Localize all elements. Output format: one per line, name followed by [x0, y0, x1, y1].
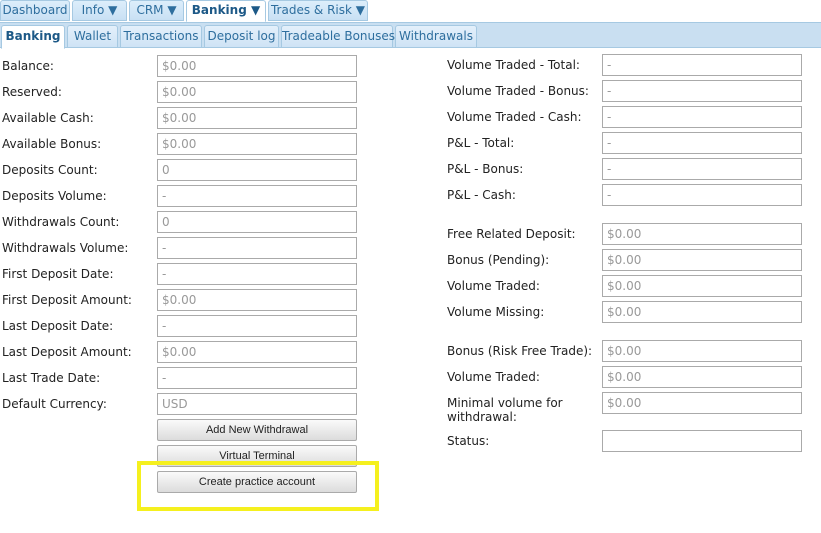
last-trade-date-field[interactable]: - [157, 367, 357, 389]
deposits-count-field[interactable]: 0 [157, 159, 357, 181]
label-deposits-volume: Deposits Volume: [2, 189, 107, 203]
subtab-banking[interactable]: Banking [1, 25, 65, 49]
label-first-deposit-amount: First Deposit Amount: [2, 293, 132, 307]
tab-trades-risk[interactable]: Trades & Risk ▼ [268, 0, 368, 21]
pl-cash-field[interactable]: - [602, 184, 802, 206]
sub-tab-bar: Banking Wallet Transactions Deposit log … [0, 22, 821, 49]
tab-info[interactable]: Info ▼ [72, 0, 127, 21]
volume-missing-field[interactable]: $0.00 [602, 301, 802, 323]
subtab-deposit-log[interactable]: Deposit log [204, 25, 279, 48]
free-related-deposit-field[interactable]: $0.00 [602, 223, 802, 245]
label-volume-traded: Volume Traded: [447, 279, 540, 293]
subtab-tradeable-bonuses[interactable]: Tradeable Bonuses [281, 25, 395, 48]
volume-traded-cash-field[interactable]: - [602, 106, 802, 128]
subtab-withdrawals[interactable]: Withdrawals [395, 25, 477, 48]
volume-traded-rft-field[interactable]: $0.00 [602, 366, 802, 388]
first-deposit-amount-field[interactable]: $0.00 [157, 289, 357, 311]
default-currency-field[interactable]: USD [157, 393, 357, 415]
add-new-withdrawal-button[interactable]: Add New Withdrawal [157, 419, 357, 441]
balance-field[interactable]: $0.00 [157, 55, 357, 77]
last-deposit-date-field[interactable]: - [157, 315, 357, 337]
pl-bonus-field[interactable]: - [602, 158, 802, 180]
tab-banking[interactable]: Banking ▼ [186, 0, 266, 22]
last-deposit-amount-field[interactable]: $0.00 [157, 341, 357, 363]
label-last-trade-date: Last Trade Date: [2, 371, 101, 385]
label-withdrawals-count: Withdrawals Count: [2, 215, 120, 229]
minimal-volume-withdrawal-field[interactable]: $0.00 [602, 392, 802, 414]
highlight-box [137, 461, 379, 511]
label-pl-total: P&L - Total: [447, 136, 515, 150]
label-withdrawals-volume: Withdrawals Volume: [2, 241, 129, 255]
deposits-volume-field[interactable]: - [157, 185, 357, 207]
label-volume-missing: Volume Missing: [447, 305, 545, 319]
available-bonus-field[interactable]: $0.00 [157, 133, 357, 155]
label-reserved: Reserved: [2, 85, 62, 99]
label-pl-cash: P&L - Cash: [447, 188, 516, 202]
label-minimal-volume-withdrawal: Minimal volume for withdrawal: [447, 396, 563, 424]
withdrawals-volume-field[interactable]: - [157, 237, 357, 259]
label-status: Status: [447, 434, 490, 448]
label-bonus-risk-free-trade: Bonus (Risk Free Trade): [447, 344, 593, 358]
status-field[interactable] [602, 430, 802, 452]
volume-traded-field[interactable]: $0.00 [602, 275, 802, 297]
tab-dashboard[interactable]: Dashboard [0, 0, 70, 21]
bonus-pending-field[interactable]: $0.00 [602, 249, 802, 271]
label-available-bonus: Available Bonus: [2, 137, 102, 151]
label-last-deposit-amount: Last Deposit Amount: [2, 345, 132, 359]
label-bonus-pending: Bonus (Pending): [447, 253, 550, 267]
label-volume-traded-rft: Volume Traded: [447, 370, 540, 384]
label-default-currency: Default Currency: [2, 397, 107, 411]
subtab-transactions[interactable]: Transactions [120, 25, 202, 48]
label-volume-traded-bonus: Volume Traded - Bonus: [447, 84, 589, 98]
label-volume-traded-cash: Volume Traded - Cash: [447, 110, 582, 124]
label-last-deposit-date: Last Deposit Date: [2, 319, 114, 333]
label-deposits-count: Deposits Count: [2, 163, 98, 177]
label-volume-traded-total: Volume Traded - Total: [447, 58, 580, 72]
withdrawals-count-field[interactable]: 0 [157, 211, 357, 233]
volume-traded-total-field[interactable]: - [602, 54, 802, 76]
available-cash-field[interactable]: $0.00 [157, 107, 357, 129]
subtab-wallet[interactable]: Wallet [67, 25, 118, 48]
reserved-field[interactable]: $0.00 [157, 81, 357, 103]
bonus-risk-free-trade-field[interactable]: $0.00 [602, 340, 802, 362]
label-first-deposit-date: First Deposit Date: [2, 267, 114, 281]
pl-total-field[interactable]: - [602, 132, 802, 154]
label-available-cash: Available Cash: [2, 111, 94, 125]
volume-traded-bonus-field[interactable]: - [602, 80, 802, 102]
label-free-related-deposit: Free Related Deposit: [447, 227, 576, 241]
main-tab-bar: Dashboard Info ▼ CRM ▼ Banking ▼ Trades … [0, 0, 821, 22]
tab-crm[interactable]: CRM ▼ [129, 0, 184, 21]
label-pl-bonus: P&L - Bonus: [447, 162, 524, 176]
first-deposit-date-field[interactable]: - [157, 263, 357, 285]
label-balance: Balance: [2, 59, 54, 73]
